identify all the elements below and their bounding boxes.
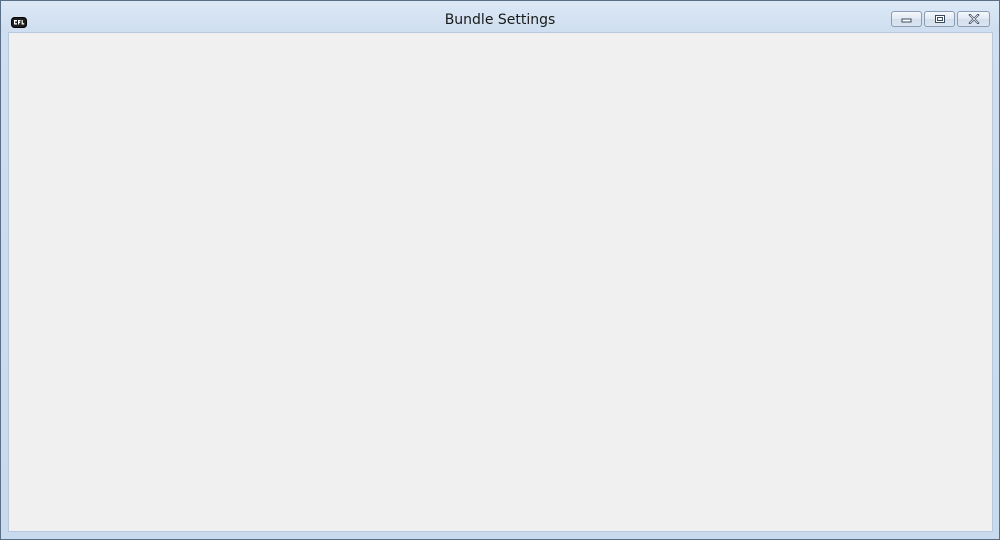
window-title: Bundle Settings	[444, 12, 556, 28]
minimize-icon	[901, 15, 913, 23]
minimize-button[interactable]	[891, 11, 922, 27]
close-icon	[967, 14, 980, 24]
bundle-settings-window: Bundle Settings	[0, 0, 1000, 540]
maximize-icon	[934, 14, 946, 24]
maximize-button[interactable]	[924, 11, 955, 27]
title-bar[interactable]: Bundle Settings	[1, 1, 999, 32]
caption-buttons	[891, 11, 990, 29]
close-button[interactable]	[957, 11, 990, 27]
client-area	[8, 32, 993, 532]
